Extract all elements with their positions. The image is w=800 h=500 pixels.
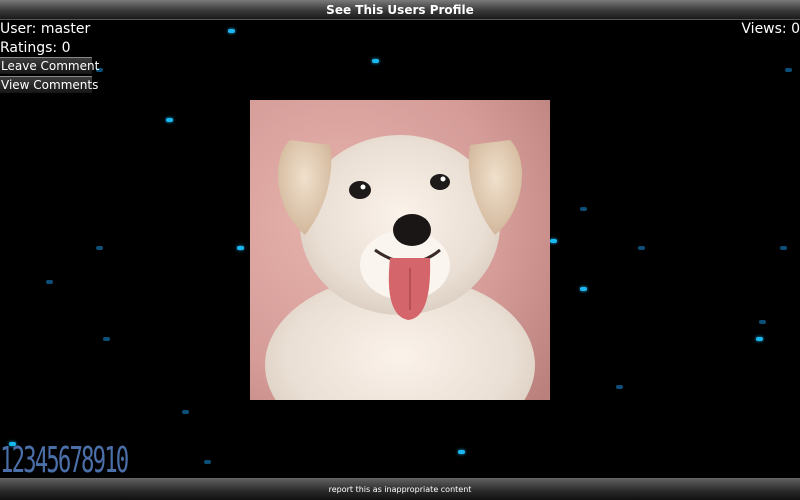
background-dot [756,337,763,341]
see-profile-label: See This Users Profile [326,2,474,17]
see-profile-button[interactable]: See This Users Profile [0,0,800,20]
decorative-digits: 12345678910 [0,440,129,481]
view-comments-button[interactable]: View Comments [0,76,98,93]
puppy-photo [250,100,550,400]
report-content-button[interactable]: report this as inappropriate content [0,478,800,500]
background-dot [580,207,587,211]
profile-screen: See This Users Profile User: master Rati… [0,0,800,500]
background-dot [780,246,787,250]
background-dot [204,460,211,464]
background-dot [237,246,244,250]
background-dot [182,410,189,414]
report-content-label: report this as inappropriate content [328,485,472,494]
background-dot [372,59,379,63]
background-dot [785,68,792,72]
background-dot [103,337,110,341]
background-dot [616,385,623,389]
user-name-label: User: master [0,21,91,37]
background-dot [166,118,173,122]
background-dot [638,246,645,250]
background-dot [46,280,53,284]
views-label: Views: 0 [741,21,800,37]
leave-comment-button[interactable]: Leave Comment [0,57,99,74]
background-dot [550,239,557,243]
background-dot [759,320,766,324]
ratings-label: Ratings: 0 [0,40,71,56]
background-dot [96,246,103,250]
background-dot [458,450,465,454]
background-dot [580,287,587,291]
background-dot [228,29,235,33]
